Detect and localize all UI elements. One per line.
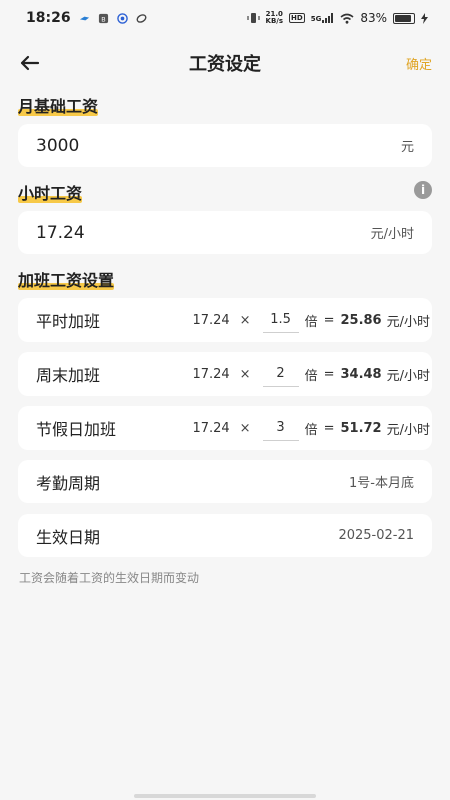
overtime-label: 周末加班 <box>36 366 101 385</box>
home-indicator[interactable] <box>134 794 316 798</box>
network-speed: 21.0 KB/s <box>265 10 284 25</box>
overtime-label: 节假日加班 <box>36 420 117 439</box>
multiplier-unit: 倍 <box>304 368 318 384</box>
info-icon[interactable]: i <box>414 181 432 199</box>
status-time: 18:26 <box>26 10 71 26</box>
multiplier-unit: 倍 <box>304 422 318 438</box>
shield-notification-icon <box>116 12 128 24</box>
times-symbol: × <box>239 366 251 382</box>
signal-icon <box>322 13 334 23</box>
status-bar: 18:26 B 21.0 KB/s HD 5G 83% <box>0 0 450 36</box>
attendance-cycle-row[interactable]: 考勤周期 1号-本月底 <box>18 460 432 503</box>
overtime-row-weekend: 周末加班 17.24 × 倍 = 34.48 元/小时 <box>18 352 432 396</box>
attendance-cycle-label: 考勤周期 <box>36 473 101 493</box>
sync-icon <box>136 13 147 23</box>
overtime-base: 17.24 <box>192 366 230 382</box>
overtime-row-weekday: 平时加班 17.24 × 倍 = 25.86 元/小时 <box>18 298 432 342</box>
overtime-section-title: 加班工资设置 <box>18 271 115 290</box>
overtime-base: 17.24 <box>192 420 230 436</box>
charging-icon <box>421 12 428 24</box>
effective-date-value[interactable]: 2025-02-21 <box>338 528 414 543</box>
overtime-label: 平时加班 <box>36 312 101 331</box>
holiday-multiplier-input[interactable] <box>262 415 299 441</box>
wifi-icon <box>340 13 354 24</box>
nav-bar: 工资设定 确定 <box>0 36 450 90</box>
overtime-base: 17.24 <box>192 312 230 328</box>
equals-symbol: = <box>323 312 335 328</box>
battery-icon <box>393 12 415 24</box>
weekend-multiplier-input[interactable] <box>262 361 299 387</box>
result-unit: 元/小时 <box>386 422 430 438</box>
signal-5g: 5G <box>311 13 335 23</box>
monthly-base-unit: 元 <box>400 140 414 155</box>
equals-symbol: = <box>323 366 335 382</box>
overtime-result: 34.48 <box>340 366 382 382</box>
overtime-result: 25.86 <box>340 312 382 328</box>
times-symbol: × <box>239 420 251 436</box>
overtime-row-holiday: 节假日加班 17.24 × 倍 = 51.72 元/小时 <box>18 406 432 450</box>
hourly-wage-card: 17.24 元/小时 <box>18 211 432 254</box>
result-unit: 元/小时 <box>386 314 430 330</box>
vibrate-icon <box>246 13 260 23</box>
result-unit: 元/小时 <box>386 368 430 384</box>
weekday-multiplier-input[interactable] <box>262 307 299 333</box>
multiplier-unit: 倍 <box>304 314 318 330</box>
attendance-cycle-value[interactable]: 1号-本月底 <box>349 472 414 491</box>
times-symbol: × <box>239 312 251 328</box>
effective-date-row[interactable]: 生效日期 2025-02-21 <box>18 514 432 557</box>
app-notification-icon: B <box>98 13 108 23</box>
monthly-base-value[interactable]: 3000 <box>36 136 401 156</box>
svg-text:B: B <box>101 15 105 23</box>
battery-percent: 83% <box>360 11 387 25</box>
hd-badge: HD <box>289 13 305 23</box>
monthly-base-input-card[interactable]: 3000 元 <box>18 124 432 167</box>
hourly-section-title: 小时工资 <box>18 184 83 203</box>
monthly-base-section-title: 月基础工资 <box>18 97 99 116</box>
effective-date-label: 生效日期 <box>36 527 101 547</box>
effective-date-note: 工资会随着工资的生效日期而变动 <box>19 571 200 585</box>
page-title: 工资设定 <box>189 54 261 75</box>
hourly-wage-value: 17.24 <box>36 222 85 243</box>
overtime-result: 51.72 <box>340 420 382 436</box>
back-arrow-icon[interactable] <box>18 51 42 75</box>
equals-symbol: = <box>323 420 335 436</box>
bird-icon <box>79 16 89 20</box>
confirm-button[interactable]: 确定 <box>406 54 432 73</box>
hourly-wage-unit: 元/小时 <box>370 227 414 242</box>
